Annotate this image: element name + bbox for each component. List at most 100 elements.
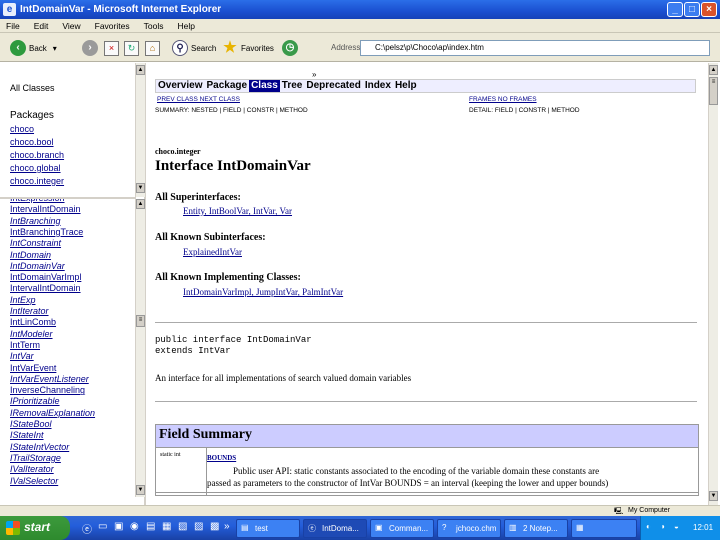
tray-icon[interactable]: ◑ — [660, 522, 665, 531]
task-button[interactable]: ▥ 2 Notep... — [504, 519, 568, 538]
quicklaunch-app-icon[interactable]: ▦ — [162, 521, 171, 532]
class-link[interactable]: IntConstraint — [10, 238, 61, 248]
scroll-up-icon[interactable]: ▲ — [136, 199, 145, 209]
menu-edit[interactable]: Edit — [28, 19, 57, 33]
maximize-button[interactable]: □ — [684, 2, 700, 17]
class-link[interactable]: IntExpression — [10, 199, 65, 203]
class-link[interactable]: IntLinComb — [10, 317, 56, 327]
package-link[interactable]: choco.branch — [10, 150, 64, 160]
class-link[interactable]: IntModeler — [10, 329, 53, 339]
package-link[interactable]: choco — [10, 124, 34, 134]
task-button[interactable]: ? jchoco.chm — [437, 519, 501, 538]
minimize-button[interactable]: _ — [667, 2, 683, 17]
menu-favorites[interactable]: Favorites — [89, 19, 138, 33]
scroll-thumb[interactable]: ≡ — [709, 77, 718, 105]
all-classes-link[interactable]: All Classes — [10, 83, 55, 93]
search-button[interactable]: ⚲ Search — [172, 37, 216, 59]
class-link[interactable]: IntBranchingTrace — [10, 227, 83, 237]
scroll-down-icon[interactable]: ▼ — [709, 491, 718, 501]
tray-icon[interactable]: ◐ — [646, 522, 651, 531]
divider — [155, 322, 697, 323]
quicklaunch-desktop-icon[interactable]: ▭ — [98, 521, 107, 532]
subinterfaces-links[interactable]: ExplainedIntVar — [183, 247, 242, 257]
superinterfaces-links[interactable]: Entity, IntBoolVar, IntVar, Var — [183, 206, 292, 216]
class-link[interactable]: IRemovalExplanation — [10, 408, 95, 418]
frames-links[interactable]: FRAMES NO FRAMES — [469, 96, 537, 103]
class-link[interactable]: IntDomainVarImpl — [10, 272, 81, 282]
menu-view[interactable]: View — [56, 19, 88, 33]
class-link[interactable]: IntVarEventListener — [10, 374, 89, 384]
class-link[interactable]: IntervalIntDomain — [10, 204, 81, 214]
class-link[interactable]: IntExp — [10, 295, 36, 305]
content-scrollbar[interactable]: ▲ ≡ ▼ — [708, 63, 718, 505]
classes-scrollbar[interactable]: ▲ ≡ ▼ — [135, 199, 145, 497]
scroll-up-icon[interactable]: ▲ — [709, 65, 718, 75]
forward-button[interactable]: › — [82, 37, 101, 59]
quicklaunch-expand-icon[interactable]: » — [224, 521, 230, 532]
nav-item-help[interactable]: Help — [393, 80, 419, 92]
scroll-down-icon[interactable]: ▼ — [136, 183, 145, 193]
tray-icon[interactable]: ◒ — [674, 522, 679, 531]
class-link[interactable]: IntDomainVar — [10, 261, 65, 271]
quicklaunch-app-icon[interactable]: ▧ — [178, 521, 187, 532]
class-link[interactable]: IntVarEvent — [10, 363, 56, 373]
class-link[interactable]: IStateIntVector — [10, 442, 69, 452]
task-button[interactable]: ⓔ IntDoma... — [303, 519, 367, 538]
home-button[interactable]: ⌂ — [145, 37, 160, 59]
nav-item-package[interactable]: Package — [204, 80, 249, 92]
class-link[interactable]: IPrioritizable — [10, 396, 60, 406]
packages-scrollbar[interactable]: ▲ ▼ — [135, 63, 145, 197]
package-link[interactable]: choco.integer — [10, 176, 64, 186]
class-link[interactable]: IStateBool — [10, 419, 52, 429]
quicklaunch-app-icon[interactable]: ▩ — [210, 521, 219, 532]
task-button[interactable]: ▣ Comman... — [370, 519, 434, 538]
package-link[interactable]: choco.global — [10, 163, 61, 173]
summary-links[interactable]: SUMMARY: NESTED | FIELD | CONSTR | METHO… — [155, 107, 308, 114]
menu-file[interactable]: File — [0, 19, 28, 33]
quicklaunch-cmd-icon[interactable]: ▣ — [114, 521, 123, 532]
field-name-link[interactable]: BOUNDS — [207, 454, 236, 462]
class-link[interactable]: IntBranching — [10, 216, 61, 226]
close-button[interactable]: × — [701, 2, 717, 17]
class-link[interactable]: IValIterator — [10, 464, 54, 474]
class-link[interactable]: IntervalIntDomain — [10, 283, 81, 293]
quicklaunch-ie-icon[interactable]: ⓔ — [82, 521, 92, 536]
quicklaunch-folder-icon[interactable]: ▤ — [146, 521, 155, 532]
package-link[interactable]: choco.bool — [10, 137, 54, 147]
task-button[interactable]: ▦ — [571, 519, 637, 538]
class-link[interactable]: InverseChanneling — [10, 385, 85, 395]
detail-links[interactable]: DETAIL: FIELD | CONSTR | METHOD — [469, 107, 580, 114]
history-button[interactable]: ◷ — [282, 37, 301, 59]
refresh-button[interactable]: ↻ — [124, 37, 139, 59]
class-link[interactable]: IntIterator — [10, 306, 49, 316]
menu-tools[interactable]: Tools — [138, 19, 172, 33]
class-link[interactable]: IntDomain — [10, 250, 51, 260]
nav-item-class[interactable]: Class — [249, 80, 280, 92]
scroll-up-icon[interactable]: ▲ — [136, 65, 145, 75]
quicklaunch-app-icon[interactable]: ▨ — [194, 521, 203, 532]
quicklaunch-media-icon[interactable]: ◉ — [130, 521, 139, 532]
menu-help[interactable]: Help — [171, 19, 202, 33]
nav-item-deprecated[interactable]: Deprecated — [304, 80, 362, 92]
class-link[interactable]: IValSelector — [10, 476, 58, 486]
class-link[interactable]: IStateInt — [10, 430, 44, 440]
favorites-button[interactable]: ★ Favorites — [222, 37, 274, 59]
task-button[interactable]: ▤ test — [236, 519, 300, 538]
class-link[interactable]: IntVar — [10, 351, 34, 361]
scroll-down-icon[interactable]: ▼ — [136, 485, 145, 495]
ie-icon: e — [3, 3, 16, 16]
title-bar: e IntDomainVar - Microsoft Internet Expl… — [0, 0, 720, 19]
stop-button[interactable]: × — [104, 37, 119, 59]
back-button[interactable]: ‹ Back ▾ — [10, 37, 57, 59]
implementing-links[interactable]: IntDomainVarImpl, JumpIntVar, PalmIntVar — [183, 287, 343, 297]
class-link[interactable]: IntTerm — [10, 340, 40, 350]
prev-next-links[interactable]: PREV CLASS NEXT CLASS — [157, 96, 240, 103]
nav-item-overview[interactable]: Overview — [156, 80, 204, 92]
scroll-thumb[interactable]: ≡ — [136, 315, 145, 327]
nav-item-tree[interactable]: Tree — [280, 80, 305, 92]
address-field[interactable]: C:\pelsz\p\Choco\ap\index.htm — [360, 40, 710, 56]
class-link[interactable]: ITrailStorage — [10, 453, 61, 463]
back-arrow-icon: ‹ — [10, 40, 26, 56]
start-button[interactable]: start — [0, 516, 70, 540]
nav-item-index[interactable]: Index — [363, 80, 393, 92]
